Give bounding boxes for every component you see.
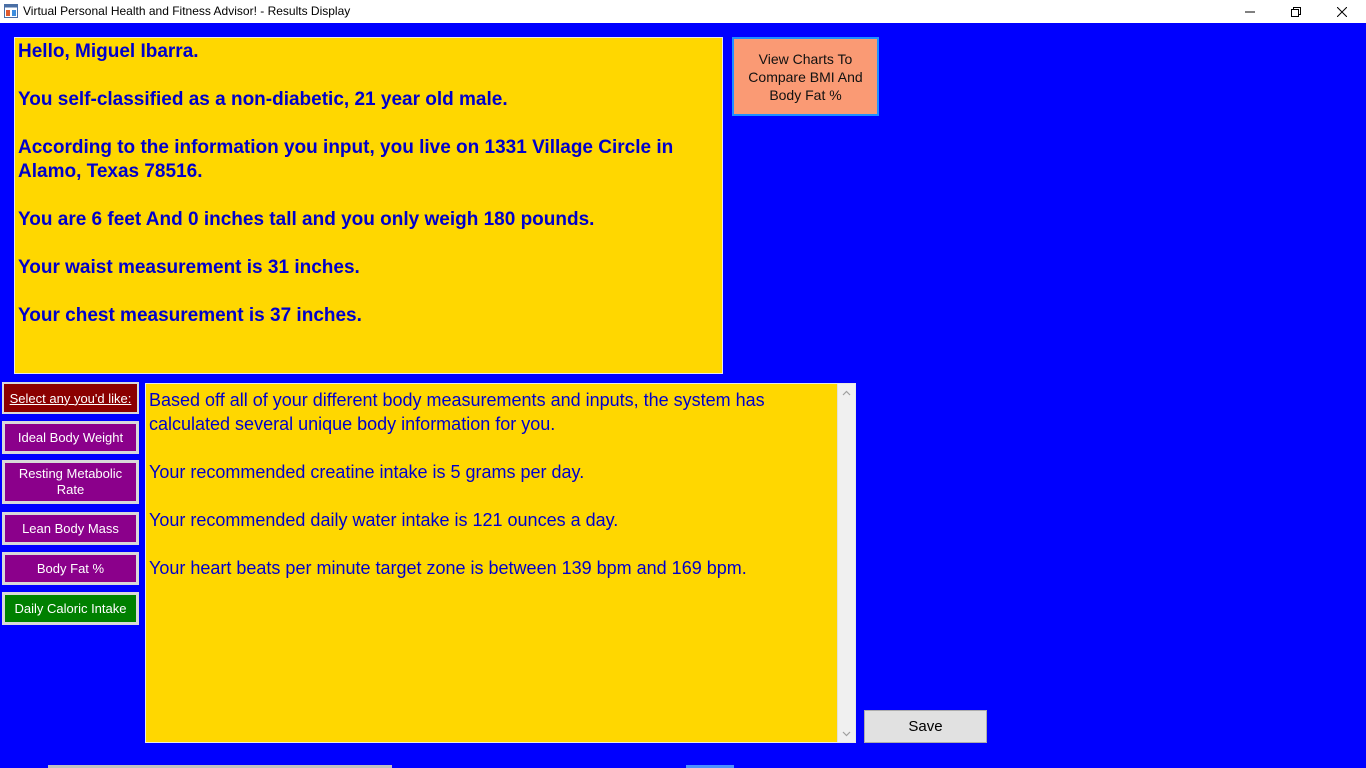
app-window-icon[interactable] [4, 4, 18, 18]
address-text: According to the information you input, … [18, 137, 674, 182]
height-weight-text: You are 6 feet And 0 inches tall and you… [18, 209, 595, 230]
user-info-panel: Hello, Miguel Ibarra. You self-classifie… [14, 37, 723, 374]
vertical-scrollbar[interactable] [837, 384, 855, 742]
close-icon[interactable] [1319, 0, 1365, 23]
scroll-up-icon[interactable] [838, 384, 855, 401]
water-result: Your recommended daily water intake is 1… [149, 510, 619, 530]
results-textbox[interactable]: Based off all of your different body mea… [145, 383, 856, 743]
select-label: Select any you'd like: [2, 382, 139, 414]
save-button[interactable]: Save [864, 710, 987, 743]
resting-metabolic-rate-button[interactable]: Resting Metabolic Rate [2, 460, 139, 504]
daily-caloric-intake-button[interactable]: Daily Caloric Intake [2, 592, 139, 625]
maximize-icon[interactable] [1273, 0, 1319, 23]
minimize-icon[interactable] [1227, 0, 1273, 23]
scroll-down-icon[interactable] [838, 725, 855, 742]
title-bar: Virtual Personal Health and Fitness Advi… [0, 0, 1366, 23]
body-fat-button[interactable]: Body Fat % [2, 552, 139, 585]
waist-text: Your waist measurement is 31 inches. [18, 257, 360, 278]
ideal-body-weight-button[interactable]: Ideal Body Weight [2, 421, 139, 454]
creatine-result: Your recommended creatine intake is 5 gr… [149, 462, 585, 482]
view-charts-button[interactable]: View Charts To Compare BMI And Body Fat … [732, 37, 879, 116]
classification-text: You self-classified as a non-diabetic, 2… [18, 89, 508, 110]
heart-rate-result: Your heart beats per minute target zone … [149, 558, 747, 578]
window-title: Virtual Personal Health and Fitness Advi… [23, 4, 351, 18]
greeting-text: Hello, Miguel Ibarra. [18, 41, 199, 62]
results-intro: Based off all of your different body mea… [149, 390, 765, 434]
chest-text: Your chest measurement is 37 inches. [18, 305, 362, 326]
lean-body-mass-button[interactable]: Lean Body Mass [2, 512, 139, 545]
results-content: Based off all of your different body mea… [149, 388, 829, 604]
